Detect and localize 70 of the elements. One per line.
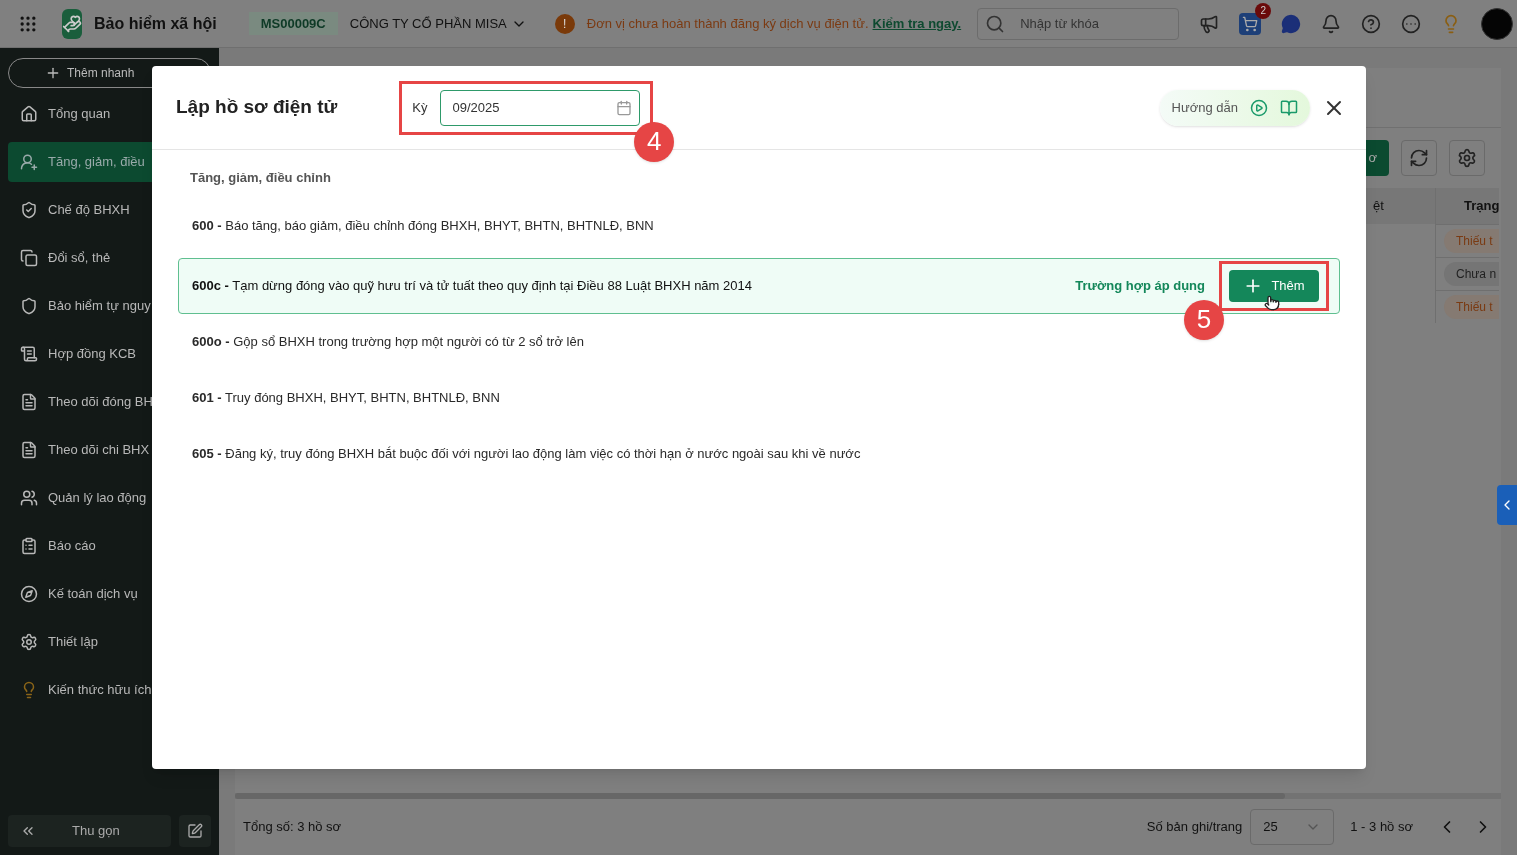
column-header: ệt xyxy=(1363,188,1435,224)
form-description[interactable]: 605 - Đăng ký, truy đóng BHXH bắt buộc đối với người lao động làm việc có thời hạn ở nước ngoài sau khi về nước xyxy=(192,443,861,464)
user-avatar[interactable] xyxy=(1481,7,1514,40)
collapse-button[interactable]: Thu gọn xyxy=(8,815,171,847)
settings-button[interactable] xyxy=(1449,140,1485,176)
company-code: MS00009C xyxy=(248,11,338,36)
cart-icon xyxy=(1242,15,1259,32)
user-plus-icon xyxy=(20,153,38,171)
sidebar-item[interactable]: Kiến thức hữu ích xyxy=(8,670,211,710)
shield-icon xyxy=(20,201,38,219)
clipboard-icon xyxy=(20,537,38,555)
more-icon[interactable] xyxy=(1401,13,1422,34)
refresh-button[interactable] xyxy=(1401,140,1437,176)
settings-icon xyxy=(1457,148,1477,168)
page-range: 1 - 3 hồ sơ xyxy=(1350,818,1413,837)
video-icon[interactable] xyxy=(1250,98,1268,117)
copy-icon xyxy=(20,249,38,267)
notification-icon[interactable] xyxy=(1321,13,1342,34)
warning-icon: ! xyxy=(554,13,575,34)
warning-message: Đơn vị chưa hoàn thành đăng ký dịch vụ điện tử. xyxy=(586,14,869,33)
compass-icon xyxy=(20,585,38,603)
guide-pill[interactable]: Hướng dẫn xyxy=(1159,89,1310,126)
dialog-title: Lập hồ sơ điện tử xyxy=(176,95,338,120)
column-header: Trạng xyxy=(1436,188,1499,224)
guide-label: Hướng dẫn xyxy=(1171,98,1238,117)
scrollbar[interactable] xyxy=(235,793,1285,799)
page-size-select[interactable]: 25 xyxy=(1250,809,1335,845)
total-count: Tổng số: 3 hồ sơ xyxy=(243,818,342,837)
status-tag: Thiếu t xyxy=(1444,295,1499,319)
form-description[interactable]: 601 - Truy đóng BHXH, BHYT, BHTN, BHTNLĐ, BNN xyxy=(192,387,500,408)
annotation-number: 5 xyxy=(1184,299,1224,340)
megaphone-icon[interactable] xyxy=(1199,13,1220,34)
users-icon xyxy=(20,489,38,507)
app-name: Bảo hiểm xã hội xyxy=(94,13,217,34)
annotation-number: 4 xyxy=(634,121,675,162)
document-icon xyxy=(20,345,38,363)
search-icon xyxy=(985,13,1006,34)
period-field[interactable]: 09/2025 xyxy=(439,89,640,126)
document-icon xyxy=(20,393,38,411)
status-tag: Chưa n xyxy=(1444,262,1499,286)
page-size-label: Số bản ghi/trang xyxy=(1146,818,1243,837)
app-logo xyxy=(62,8,82,39)
edit-button[interactable] xyxy=(179,815,211,847)
search-field[interactable]: Nhập từ khóa xyxy=(977,7,1180,40)
house-icon xyxy=(20,105,38,123)
calendar-icon xyxy=(615,99,632,116)
shield-icon xyxy=(20,297,38,315)
sidebar-item[interactable]: Quản lý lao động xyxy=(8,478,211,518)
book-icon[interactable] xyxy=(1280,98,1298,117)
form-description[interactable]: 600 - Báo tăng, báo giảm, điều chỉnh đóng BHXH, BHYT, BHTN, BHTNLĐ, BNN xyxy=(192,215,654,236)
company-selector[interactable]: CÔNG TY CỔ PHẦN MISA xyxy=(349,13,527,34)
sidebar-item[interactable]: Kế toán dịch vụ xyxy=(8,574,211,614)
status-tag: Thiếu t xyxy=(1444,229,1499,253)
document-icon xyxy=(20,441,38,459)
chat-icon[interactable] xyxy=(1281,13,1302,34)
settings-icon xyxy=(20,633,38,651)
plus-icon xyxy=(45,65,61,81)
applicable-cases-link[interactable]: Trường hợp áp dụng xyxy=(1075,275,1205,296)
sidebar-item[interactable]: Báo cáo xyxy=(8,526,211,566)
help-icon[interactable] xyxy=(1361,13,1382,34)
cart-count-badge: 2 xyxy=(1255,2,1272,19)
add-button[interactable]: Thêm xyxy=(1229,269,1319,302)
form-description[interactable]: 600c - Tạm dừng đóng vào quỹ hưu trí và tử tuất theo quy định tại Điều 88 Luật BHXH năm 2014 xyxy=(192,275,752,296)
cart-button[interactable] xyxy=(1239,12,1262,35)
edit-icon xyxy=(187,823,203,839)
period-label: Kỳ xyxy=(412,98,428,117)
refresh-icon xyxy=(1409,148,1429,168)
hand-cursor-icon xyxy=(1264,293,1280,312)
side-panel-tab[interactable] xyxy=(1497,485,1517,525)
sidebar-item[interactable]: Thiết lập xyxy=(8,622,211,662)
